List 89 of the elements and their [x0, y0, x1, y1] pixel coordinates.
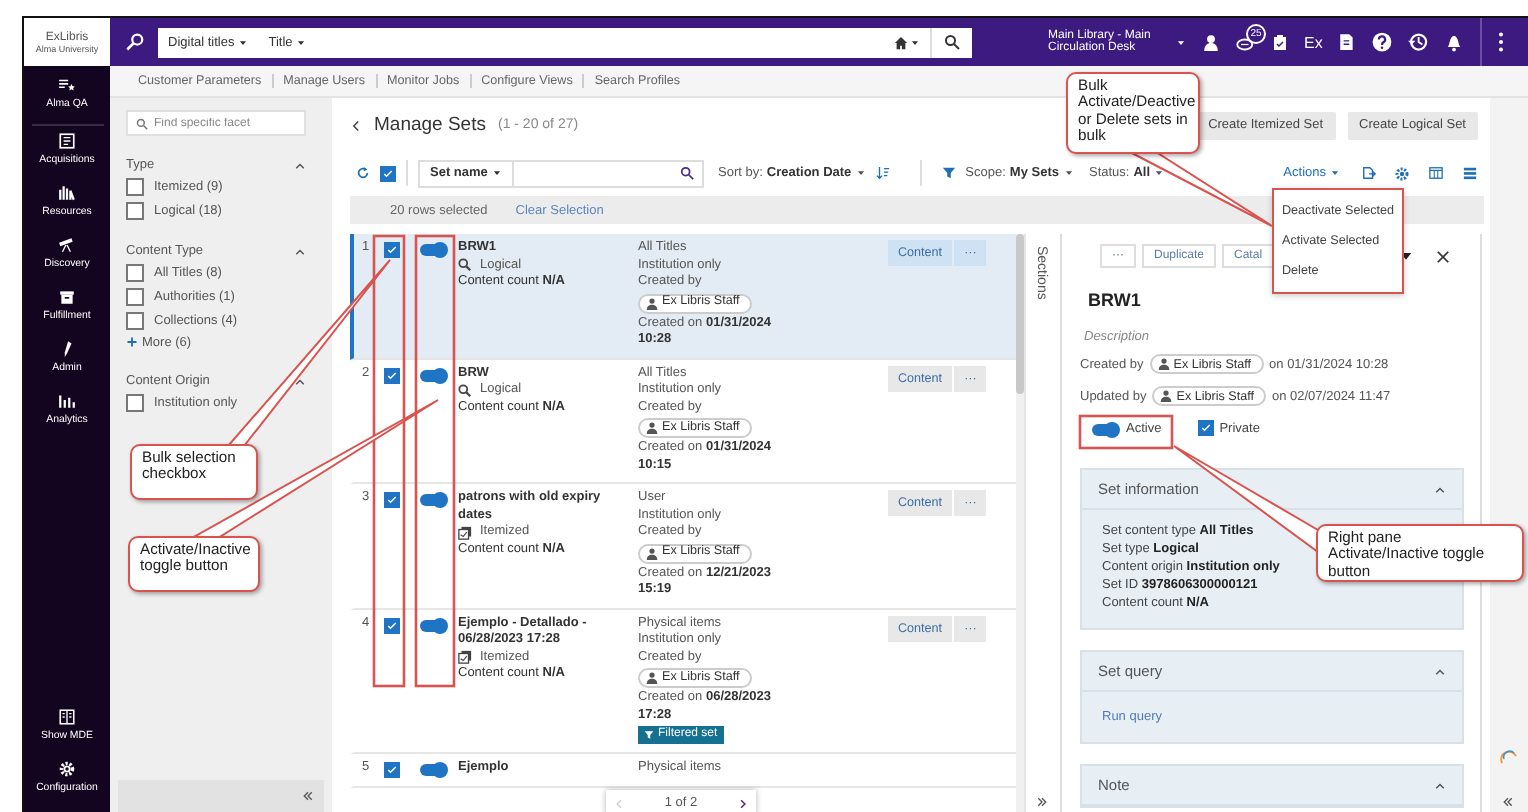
- person-icon: [1157, 358, 1170, 370]
- logical-search-icon: [458, 383, 472, 398]
- check-icon: [386, 764, 398, 776]
- search-icon[interactable]: [944, 34, 960, 50]
- chevron-icon[interactable]: [1434, 779, 1446, 791]
- row-checkbox[interactable]: [384, 762, 400, 778]
- plus-icon: [126, 336, 138, 348]
- check-icon: [386, 244, 398, 256]
- toggle-switch[interactable]: [420, 764, 446, 776]
- books-icon: [57, 184, 76, 202]
- person-icon: [1160, 390, 1173, 402]
- stacked-items-icon: [458, 525, 472, 540]
- check-icon: [382, 167, 394, 179]
- facet-checkbox[interactable]: [126, 393, 144, 411]
- filter-icon[interactable]: [941, 166, 956, 180]
- person-icon: [646, 672, 658, 684]
- person-icon: [646, 297, 658, 309]
- chevron-icon[interactable]: [294, 245, 306, 257]
- caret-icon: [1330, 168, 1340, 178]
- chevron-icon[interactable]: [1434, 483, 1446, 495]
- row-checkbox[interactable]: [384, 492, 400, 508]
- check-icon: [386, 494, 398, 506]
- list-star-icon: [58, 76, 76, 94]
- caret-icon: [910, 37, 920, 47]
- back-chevron-icon[interactable]: [350, 117, 362, 133]
- settings-icon: [57, 760, 76, 778]
- next-page-icon[interactable]: [737, 797, 748, 809]
- private-checkbox[interactable]: [1197, 420, 1214, 436]
- ex-label[interactable]: Ex: [1304, 33, 1323, 51]
- check-icon: [386, 369, 398, 381]
- bell-icon[interactable]: [1444, 32, 1465, 52]
- search-person-icon[interactable]: [126, 32, 146, 52]
- caret-icon: [491, 168, 502, 178]
- toggle-switch[interactable]: [420, 369, 446, 381]
- page-title: Manage Sets: [374, 114, 486, 136]
- list-view-icon[interactable]: [1462, 166, 1478, 180]
- facet-checkbox[interactable]: [126, 287, 144, 305]
- dropdown-caret-icon: [1176, 37, 1186, 47]
- document-list-icon[interactable]: [1338, 32, 1357, 52]
- caret-icon: [855, 168, 866, 178]
- facet-checkbox[interactable]: [126, 201, 144, 219]
- toggle-switch[interactable]: [1092, 424, 1118, 436]
- facet-checkbox[interactable]: [126, 177, 144, 195]
- columns-icon[interactable]: [1428, 166, 1444, 180]
- kebab-menu-icon[interactable]: [1498, 32, 1505, 52]
- bar-chart-icon: [57, 392, 76, 410]
- row-checkbox[interactable]: [384, 242, 400, 258]
- document-icon: [57, 708, 76, 726]
- highlight-frame: [1078, 414, 1174, 450]
- chevron-icon[interactable]: [294, 159, 306, 171]
- row-checkbox[interactable]: [384, 367, 400, 383]
- home-icon[interactable]: [894, 35, 908, 49]
- check-icon: [386, 619, 398, 631]
- book-icon: [58, 132, 76, 150]
- caret-icon: [1154, 168, 1165, 178]
- sort-icon[interactable]: [875, 166, 890, 180]
- chevron-icon[interactable]: [1434, 665, 1446, 677]
- export-icon[interactable]: [1362, 166, 1376, 180]
- search-icon: [136, 117, 148, 129]
- telescope-icon: [58, 236, 76, 254]
- filter-icon: [644, 730, 654, 740]
- caret-icon: [238, 37, 249, 47]
- caret-icon: [1063, 168, 1073, 178]
- box-icon: [57, 288, 76, 306]
- logical-search-icon: [458, 258, 472, 273]
- person-icon[interactable]: [1202, 33, 1220, 51]
- search-icon[interactable]: [680, 166, 694, 180]
- help-icon[interactable]: [1372, 32, 1393, 52]
- caret-icon: [296, 37, 307, 47]
- refresh-icon[interactable]: [356, 166, 370, 180]
- double-chevron-right-icon[interactable]: [1036, 796, 1048, 808]
- clipboard-icon[interactable]: [1272, 32, 1288, 52]
- row-checkbox[interactable]: [384, 617, 400, 633]
- facet-checkbox[interactable]: [126, 263, 144, 281]
- toggle-switch[interactable]: [420, 619, 446, 631]
- select-all-checkbox[interactable]: [380, 165, 396, 181]
- person-icon: [646, 547, 658, 559]
- toggle-switch[interactable]: [420, 244, 446, 256]
- set-title: BRW1: [1088, 290, 1143, 310]
- double-chevron-left-icon[interactable]: [1502, 796, 1514, 808]
- toggle-switch[interactable]: [420, 494, 446, 506]
- settings-icon[interactable]: [1394, 165, 1410, 181]
- history-icon[interactable]: [1408, 32, 1429, 52]
- facet-checkbox[interactable]: [126, 311, 144, 329]
- double-chevron-left-icon: [302, 790, 314, 802]
- person-icon: [646, 422, 658, 434]
- check-icon: [1199, 422, 1212, 434]
- close-icon[interactable]: [1436, 249, 1450, 263]
- stacked-items-icon: [458, 650, 472, 665]
